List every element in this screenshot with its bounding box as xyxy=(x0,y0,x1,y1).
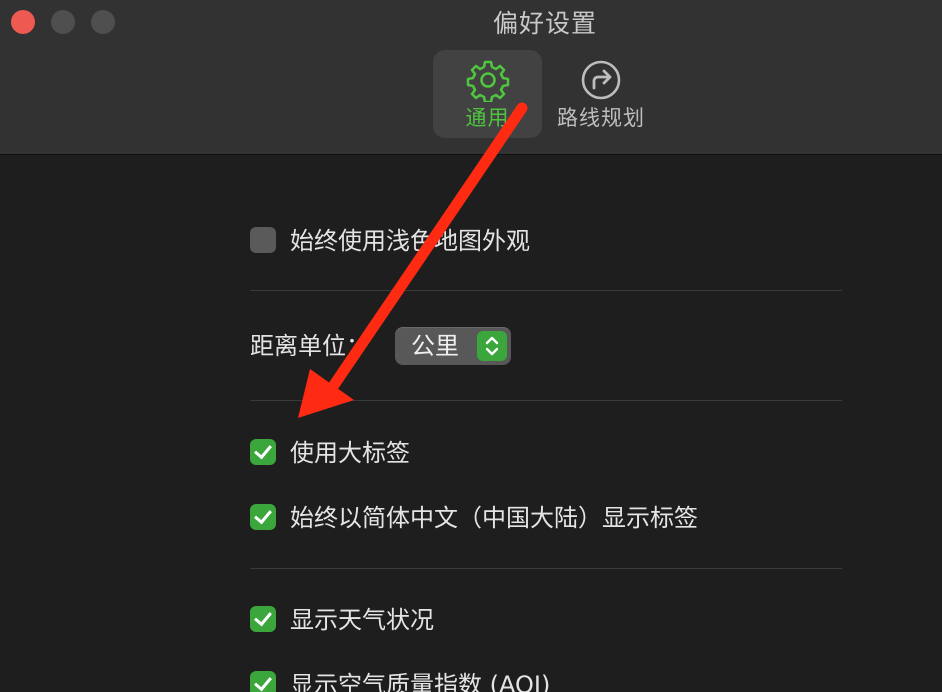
window-title: 偏好设置 xyxy=(492,9,597,38)
title-bar: 偏好设置 通用 路线规划 xyxy=(0,0,942,155)
distance-unit-setting: 距离单位： xyxy=(250,330,370,362)
light-map-checkbox[interactable] xyxy=(250,227,276,253)
simplified-chinese-checkbox[interactable] xyxy=(250,504,276,530)
tab-route-planning[interactable]: 路线规划 xyxy=(548,50,654,138)
light-map-setting[interactable]: 始终使用浅色地图外观 xyxy=(250,225,530,257)
aqi-setting[interactable]: 显示空气质量指数 (AQI) xyxy=(250,669,550,692)
divider xyxy=(250,568,842,569)
simplified-chinese-label: 始终以简体中文（中国大陆）显示标签 xyxy=(290,504,698,532)
tab-general-label: 通用 xyxy=(465,106,510,130)
light-map-label: 始终使用浅色地图外观 xyxy=(290,227,530,255)
select-stepper-icon xyxy=(477,331,507,361)
large-labels-label: 使用大标签 xyxy=(290,439,410,467)
distance-unit-select[interactable]: 公里 xyxy=(395,327,511,365)
aqi-checkbox[interactable] xyxy=(250,671,276,692)
large-labels-checkbox[interactable] xyxy=(250,439,276,465)
tab-route-planning-label: 路线规划 xyxy=(557,106,645,130)
general-settings-pane: 始终使用浅色地图外观 距离单位： 公里 使用大标签 始终以简体中文（中国大陆）显… xyxy=(250,155,842,692)
gear-icon xyxy=(466,60,509,102)
weather-checkbox[interactable] xyxy=(250,606,276,632)
simplified-chinese-setting[interactable]: 始终以简体中文（中国大陆）显示标签 xyxy=(250,502,698,534)
preferences-window: 偏好设置 通用 路线规划 始终使用浅色地图外观 距离单位： 公里 使用大标签 始… xyxy=(0,0,942,692)
weather-setting[interactable]: 显示天气状况 xyxy=(250,604,434,636)
weather-label: 显示天气状况 xyxy=(290,606,434,634)
distance-unit-value: 公里 xyxy=(411,332,459,360)
divider xyxy=(250,290,842,291)
route-arrow-icon xyxy=(581,60,621,100)
large-labels-setting[interactable]: 使用大标签 xyxy=(250,437,410,469)
divider xyxy=(250,400,842,401)
distance-unit-label: 距离单位： xyxy=(250,332,370,360)
tab-general[interactable]: 通用 xyxy=(433,50,542,138)
aqi-label: 显示空气质量指数 (AQI) xyxy=(290,671,551,692)
